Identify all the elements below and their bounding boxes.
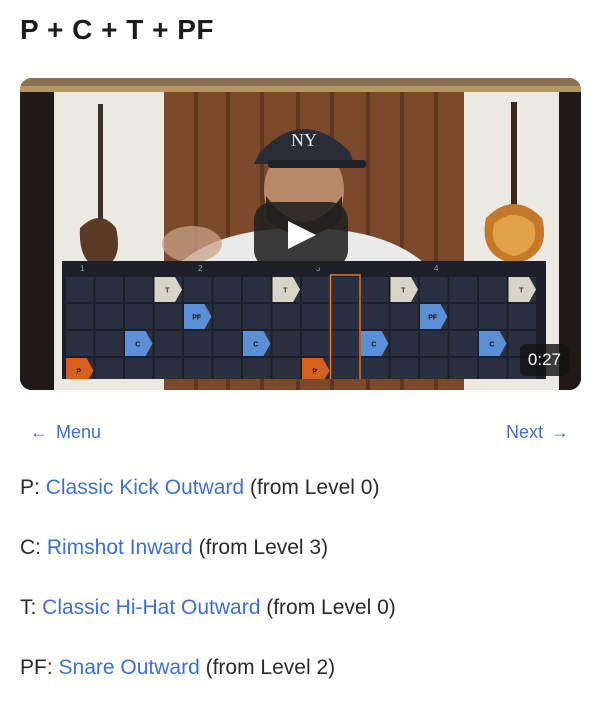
beat-label: 4 <box>434 264 439 273</box>
grid-cell <box>184 277 212 302</box>
grid-cell <box>154 304 182 329</box>
grid-cell <box>331 304 359 329</box>
grid-cell <box>95 358 123 383</box>
note-label: C <box>253 342 258 349</box>
grid-cell <box>66 277 94 302</box>
beat-grid: 1 2 3 4 T T T T PF PF C C C C P P <box>62 261 546 386</box>
pattern-line-t: T: Classic Hi-Hat Outward (from Level 0) <box>20 596 396 619</box>
svg-text:NY: NY <box>291 130 317 150</box>
menu-link-label: Menu <box>56 422 102 442</box>
grid-cell <box>184 358 212 383</box>
grid-cell <box>154 358 182 383</box>
play-button[interactable] <box>254 202 348 268</box>
grid-cell <box>125 358 153 383</box>
note-label: P <box>312 369 317 376</box>
grid-cell <box>302 277 330 302</box>
grid-cell <box>243 358 271 383</box>
video-duration: 0:27 <box>519 344 569 376</box>
grid-cell <box>66 331 94 356</box>
grid-cell <box>272 331 300 356</box>
grid-cell <box>213 304 241 329</box>
pattern-line-c: C: Rimshot Inward (from Level 3) <box>20 536 329 559</box>
grid-cell <box>390 331 418 356</box>
note-label: T <box>165 288 170 295</box>
grid-cell <box>508 304 536 329</box>
pattern-line-pf: PF: Snare Outward (from Level 2) <box>20 656 336 679</box>
grid-cell <box>361 277 389 302</box>
grid-cell <box>449 304 477 329</box>
note-label: PF <box>192 315 202 322</box>
note-label: T <box>283 288 288 295</box>
grid-cell <box>479 304 507 329</box>
grid-cell <box>449 358 477 383</box>
arrow-right-icon: → <box>551 422 569 442</box>
grid-cell <box>66 304 94 329</box>
grid-cell <box>213 277 241 302</box>
grid-cell <box>243 277 271 302</box>
play-icon <box>288 221 316 249</box>
note-label: C <box>489 342 494 349</box>
grid-cell <box>272 304 300 329</box>
video-player[interactable]: NY 1 2 3 4 T T T T PF PF C C C C P P 0:27 <box>20 78 581 390</box>
note-label: PF <box>428 315 438 322</box>
grid-cell <box>302 331 330 356</box>
pattern-link-p[interactable]: Classic Kick Outward <box>46 476 244 499</box>
grid-cell <box>272 358 300 383</box>
grid-cell <box>331 358 359 383</box>
grid-cell <box>95 304 123 329</box>
pattern-link-c[interactable]: Rimshot Inward <box>47 536 193 559</box>
arrow-left-icon: ← <box>30 422 48 442</box>
grid-cell <box>479 358 507 383</box>
grid-cell <box>154 331 182 356</box>
grid-cell <box>184 331 212 356</box>
grid-cell <box>95 277 123 302</box>
grid-cell <box>420 358 448 383</box>
beat-label: 2 <box>198 264 203 273</box>
page-title: P + C + T + PF <box>20 14 215 45</box>
grid-cell <box>361 304 389 329</box>
grid-cell <box>213 358 241 383</box>
grid-cell <box>243 304 271 329</box>
grid-cell <box>125 277 153 302</box>
grid-cell <box>449 331 477 356</box>
note-label: T <box>519 288 524 295</box>
note-label: P <box>76 369 81 376</box>
grid-cell <box>361 358 389 383</box>
grid-cell <box>331 331 359 356</box>
note-label: C <box>371 342 376 349</box>
grid-cell <box>420 277 448 302</box>
pattern-line-p: P: Classic Kick Outward (from Level 0) <box>20 476 380 499</box>
note-label: T <box>401 288 406 295</box>
grid-cell <box>213 331 241 356</box>
grid-cell <box>331 277 359 302</box>
grid-cell <box>420 331 448 356</box>
next-link[interactable]: Next → <box>506 422 569 443</box>
pattern-link-pf[interactable]: Snare Outward <box>59 656 200 679</box>
grid-cell <box>479 277 507 302</box>
grid-cell <box>125 304 153 329</box>
beat-label: 1 <box>80 264 85 273</box>
menu-link[interactable]: ← Menu <box>30 422 101 443</box>
grid-cell <box>390 358 418 383</box>
grid-cell <box>449 277 477 302</box>
note-label: C <box>135 342 140 349</box>
grid-cell <box>390 304 418 329</box>
grid-cell <box>302 304 330 329</box>
next-link-label: Next <box>505 422 543 442</box>
grid-cell <box>95 331 123 356</box>
pattern-link-t[interactable]: Classic Hi-Hat Outward <box>42 596 260 619</box>
